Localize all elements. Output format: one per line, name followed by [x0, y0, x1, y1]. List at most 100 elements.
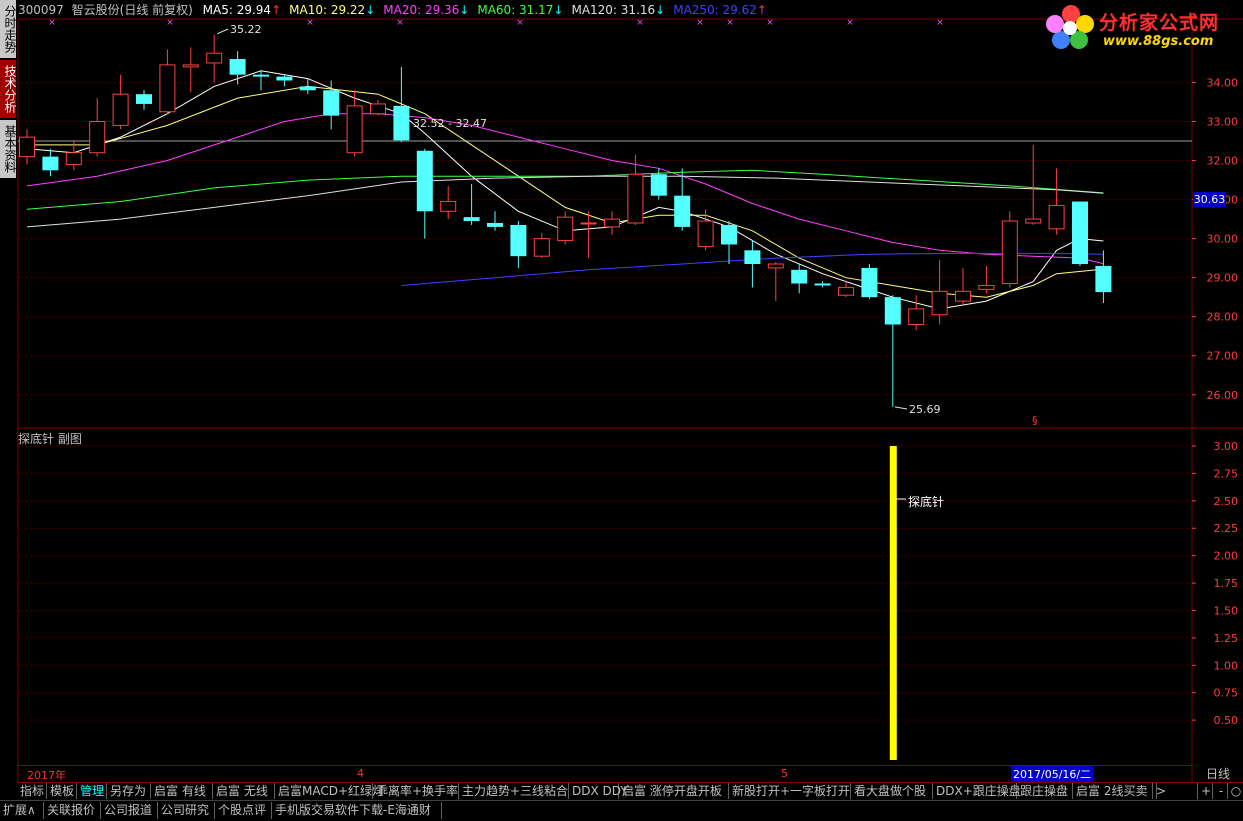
top-marker-icon: × — [48, 18, 56, 28]
high-annotation: 35.22 — [230, 23, 262, 36]
site-logo: 分析家公式网 www.88gs.com — [1043, 2, 1239, 52]
ma-label-0: MA5: 29.94 — [202, 3, 272, 17]
extension-tab[interactable]: 个股点评 — [215, 802, 272, 819]
low-annotation: 25.69 — [909, 403, 941, 416]
candle-body — [42, 156, 59, 171]
y-tick-label: 1.75 — [1214, 577, 1239, 590]
candle-body — [627, 173, 644, 224]
period-label[interactable]: 日线 — [1193, 765, 1243, 781]
formula-tab[interactable]: DDX+跟庄操盘 — [933, 783, 1021, 799]
ma-trend-arrow-icon: ↓ — [365, 3, 376, 17]
top-marker-icon: × — [306, 18, 314, 28]
y-tick-label: 2.00 — [1214, 550, 1239, 563]
price-axis: 34.0033.0032.0031.0030.0029.0028.0027.00… — [1192, 76, 1239, 402]
range-annotation: 32.52 - 32.47 — [413, 117, 487, 130]
formula-tab[interactable]: 另存为 — [107, 783, 151, 799]
ma-label-3: MA60: 31.17 — [477, 3, 554, 17]
formula-tab[interactable]: 启富 2线买卖 — [1073, 783, 1157, 799]
top-marker-icon: × — [516, 18, 524, 28]
formula-tab[interactable]: 乖离率+换手率 — [373, 783, 459, 799]
candle-body — [159, 64, 176, 113]
ma-label-5: MA250: 29.62 — [673, 3, 757, 17]
cursor-date: 2017/05/16/二 — [1011, 766, 1094, 782]
candle-body — [370, 103, 386, 115]
candle-body — [229, 59, 246, 75]
y-tick-label: 29.00 — [1207, 272, 1239, 285]
ma-trend-arrow-icon: ↑ — [271, 3, 282, 17]
stock-name: 智云股份(日线 前复权) — [71, 3, 193, 17]
tab-scroll-right-button[interactable]: > — [1152, 783, 1169, 799]
formula-tab[interactable]: 新股打开+一字板打开 — [729, 783, 851, 799]
ma-legend: MA5: 29.94↑ MA10: 29.22↓ MA20: 29.36↓ MA60:… — [203, 3, 775, 17]
candle-body — [346, 105, 363, 154]
top-marker-icon: × — [846, 18, 854, 28]
candle-body — [393, 105, 410, 141]
candle-body — [510, 224, 527, 257]
flower-logo-icon — [1046, 5, 1094, 49]
formula-tab[interactable]: 启富MACD+红绿灯 — [275, 783, 384, 799]
settings-circle-icon[interactable]: ○ — [1227, 783, 1243, 799]
candle-body — [323, 90, 340, 116]
top-marker-icon: × — [936, 18, 944, 28]
candle-body — [253, 74, 269, 77]
formula-tab[interactable]: 主力趋势+三线粘合 — [459, 783, 569, 799]
candle-body — [65, 152, 82, 165]
extension-tab[interactable]: 关联报价 — [44, 802, 101, 819]
low-pointer — [894, 406, 908, 410]
chart-canvas[interactable]: ××××××××××× 34.0033.0032.0031.0030.0029.… — [0, 0, 1243, 782]
ma-label-2: MA20: 29.36 — [383, 3, 460, 17]
candle-body — [604, 218, 620, 228]
formula-tab[interactable]: 启富 有线 — [151, 783, 213, 799]
extension-tab[interactable]: 公司报道 — [101, 802, 158, 819]
candle-body — [299, 86, 316, 91]
formula-tab[interactable]: 指标 — [17, 783, 47, 799]
candle-body — [1095, 265, 1112, 293]
high-pointer — [216, 28, 229, 35]
formula-tab[interactable]: 看大盘做个股 — [851, 783, 933, 799]
candle-body — [1025, 218, 1042, 224]
indicator-axis: 3.00 2.75 2.50 2.25 2.00 1.75 1.50 1.25 1.00 0.75… — [18, 440, 1238, 727]
candle-body — [580, 222, 597, 225]
candle-body — [112, 93, 129, 126]
event-mark-icon[interactable]: § — [1032, 414, 1038, 427]
formula-tab[interactable]: 跟庄操盘 — [1017, 783, 1073, 799]
candle-body — [440, 201, 457, 212]
extension-bar: 扩展∧ 关联报价 公司报道 公司研究 个股点评 手机版交易软件下载-E海通财 — [0, 800, 1243, 821]
date-axis: 2017年 4 5 2017/05/16/二 — [17, 765, 1193, 782]
candle-body — [19, 136, 35, 158]
signal-bar — [889, 446, 897, 760]
chart-header: 300097 智云股份(日线 前复权) MA5: 29.94↑ MA10: 29.… — [18, 3, 779, 18]
sub-panel-title: 探底针 副图 — [18, 432, 82, 446]
extension-tab[interactable]: 公司研究 — [158, 802, 215, 819]
extension-tab[interactable]: 手机版交易软件下载-E海通财 — [272, 802, 442, 819]
y-tick-label: 34.00 — [1207, 76, 1239, 89]
candle-body — [1001, 220, 1018, 285]
extension-tab[interactable]: 扩展∧ — [0, 802, 44, 819]
formula-tab[interactable]: 启富 无线 — [213, 783, 275, 799]
y-tick-label: 1.50 — [1214, 604, 1239, 617]
y-tick-label: 2.50 — [1214, 495, 1239, 508]
formula-tab[interactable]: 启富 涨停开盘开板 — [619, 783, 729, 799]
candle-body — [931, 290, 948, 316]
grid-lines: × × × × × × × × × × × — [18, 18, 1192, 396]
formula-tab[interactable]: DDX DDY — [569, 783, 628, 799]
indicator-bars — [889, 446, 906, 760]
candle-body — [1072, 201, 1088, 264]
candle-body — [721, 224, 737, 245]
candle-body — [791, 269, 808, 284]
y-tick-label: 1.00 — [1214, 659, 1239, 672]
axis-year: 2017年 — [27, 769, 66, 782]
candle-body — [182, 64, 199, 68]
y-tick-label: 27.00 — [1207, 350, 1239, 363]
formula-tab[interactable]: 管理 — [77, 783, 107, 799]
top-marker-icon: × — [696, 18, 704, 28]
top-marker-icon: × — [766, 18, 774, 28]
ma-line-ma60 — [26, 169, 1104, 210]
ma-trend-arrow-icon: ↓ — [459, 3, 470, 17]
formula-tab[interactable]: 模板 — [47, 783, 77, 799]
top-marker-icon: × — [636, 18, 644, 28]
candle-body — [767, 263, 784, 269]
candle-body — [838, 286, 854, 296]
y-tick-label: 26.00 — [1207, 389, 1239, 402]
current-price-tag: 30.63 — [1193, 192, 1226, 207]
